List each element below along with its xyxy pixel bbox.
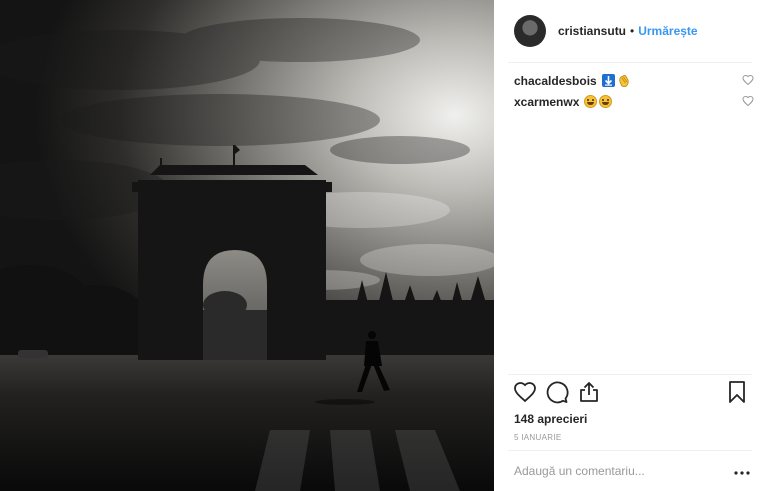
grinning-face-emoji — [584, 95, 598, 108]
photo-scene — [0, 0, 494, 491]
heart-icon — [513, 380, 537, 409]
more-options-button[interactable] — [732, 462, 752, 480]
follow-button[interactable]: Urmărește — [638, 24, 697, 38]
save-button[interactable] — [724, 380, 750, 409]
comment-like-icon[interactable] — [742, 95, 754, 107]
post-side-panel: cristiansutu • Urmărește chacaldesbois x… — [494, 0, 768, 491]
post-date[interactable]: 5 IANUARIE — [514, 433, 561, 442]
comment-text — [584, 95, 613, 108]
comment-author[interactable]: chacaldesbois — [514, 74, 597, 88]
post-header: cristiansutu • Urmărește — [494, 0, 768, 62]
divider — [508, 374, 752, 375]
likes-count[interactable]: 148 aprecieri — [514, 412, 587, 426]
comment-input[interactable] — [514, 462, 714, 480]
comment-item: chacaldesbois — [514, 70, 754, 91]
comment-list: chacaldesbois xcarmenwx — [514, 70, 754, 112]
divider — [508, 450, 752, 451]
more-options-icon — [734, 462, 750, 480]
comment-author[interactable]: xcarmenwx — [514, 95, 579, 109]
header-separator: • — [630, 24, 635, 38]
avatar[interactable] — [514, 15, 546, 47]
action-bar — [512, 380, 752, 409]
post-photo[interactable] — [0, 0, 494, 491]
comment-like-icon[interactable] — [742, 74, 754, 86]
grinning-face-emoji — [599, 95, 613, 108]
share-button[interactable] — [576, 381, 602, 407]
comment-text — [601, 74, 631, 88]
comment-bubble-icon — [545, 380, 569, 409]
comment-item: xcarmenwx — [514, 91, 754, 112]
clapping-hands-emoji — [617, 74, 631, 88]
arrow-down-blue-emoji — [601, 74, 615, 87]
username-link[interactable]: cristiansutu — [558, 24, 626, 38]
bookmark-icon — [725, 380, 749, 409]
comment-button[interactable] — [544, 381, 570, 407]
like-button[interactable] — [512, 381, 538, 407]
divider — [508, 62, 752, 63]
share-icon — [577, 380, 601, 409]
